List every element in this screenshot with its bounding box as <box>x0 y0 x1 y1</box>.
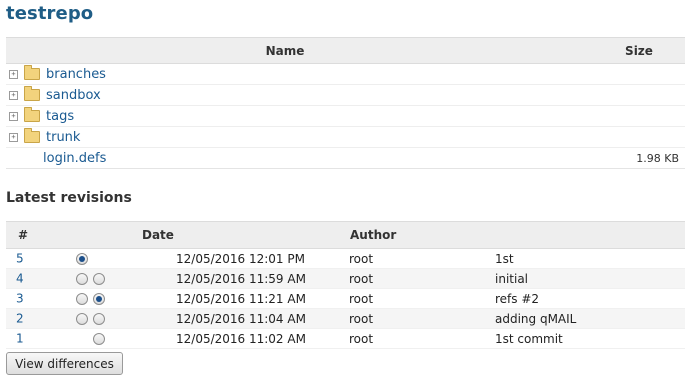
files-table: Name Size + branches + sandbox + tags + trun… <box>6 37 685 169</box>
revision-author: root <box>349 308 495 329</box>
revision-row: 4 12/05/2016 11:59 AM root initial <box>6 268 685 289</box>
folder-icon <box>24 65 40 80</box>
expand-icon[interactable]: + <box>9 111 18 121</box>
file-row: + trunk <box>6 126 685 148</box>
file-link-tags[interactable]: tags <box>46 109 74 124</box>
revision-date: 12/05/2016 12:01 PM <box>134 248 349 269</box>
revision-row: 3 12/05/2016 11:21 AM root refs #2 <box>6 288 685 309</box>
revision-date: 12/05/2016 11:59 AM <box>134 268 349 289</box>
files-header-row: Name Size <box>6 37 685 64</box>
compare-new-radio[interactable] <box>93 293 105 305</box>
name-column-header[interactable]: Name <box>6 37 564 64</box>
revision-message: initial <box>495 268 685 289</box>
revision-date: 12/05/2016 11:02 AM <box>134 328 349 349</box>
file-row: + tags <box>6 105 685 127</box>
date-column-header: Date <box>134 221 349 249</box>
compare-old-radio[interactable] <box>76 273 88 285</box>
folder-icon <box>24 128 40 143</box>
revision-author: root <box>349 288 495 309</box>
revision-author: root <box>349 328 495 349</box>
compare-old-radio[interactable] <box>76 253 88 265</box>
revision-message: 1st <box>495 248 685 269</box>
expand-icon[interactable]: + <box>9 69 18 79</box>
file-link-branches[interactable]: branches <box>46 67 106 82</box>
latest-revisions-heading: Latest revisions <box>6 190 132 206</box>
view-differences-button[interactable]: View differences <box>6 352 123 375</box>
file-link-login-defs[interactable]: login.defs <box>43 151 106 166</box>
revision-link[interactable]: 3 <box>16 292 24 306</box>
file-size <box>564 63 685 85</box>
revision-date: 12/05/2016 11:04 AM <box>134 308 349 329</box>
size-column-header[interactable]: Size <box>564 37 685 64</box>
author-column-header: Author <box>349 221 495 249</box>
revisions-table: # Date Author 5 12/05/2016 12:01 PM root… <box>6 221 685 349</box>
revision-row: 2 12/05/2016 11:04 AM root adding qMAIL <box>6 308 685 329</box>
revision-author: root <box>349 248 495 269</box>
folder-icon <box>24 107 40 122</box>
revision-message: 1st commit <box>495 328 685 349</box>
revision-link[interactable]: 4 <box>16 272 24 286</box>
compare-old-radio[interactable] <box>76 313 88 325</box>
file-size <box>564 126 685 148</box>
compare-old-radio[interactable] <box>76 293 88 305</box>
revision-row: 1 12/05/2016 11:02 AM root 1st commit <box>6 328 685 349</box>
file-row: login.defs 1.98 KB <box>6 147 685 169</box>
message-column-header <box>495 221 685 249</box>
revisions-header-row: # Date Author <box>6 221 685 249</box>
revision-link[interactable]: 2 <box>16 312 24 326</box>
compare-new-radio[interactable] <box>93 273 105 285</box>
revision-message: refs #2 <box>495 288 685 309</box>
expand-icon[interactable]: + <box>9 90 18 100</box>
file-row: + branches <box>6 63 685 85</box>
file-link-trunk[interactable]: trunk <box>46 130 80 145</box>
file-size <box>564 105 685 127</box>
folder-icon <box>24 86 40 101</box>
compare-new-radio[interactable] <box>93 333 105 345</box>
revision-message: adding qMAIL <box>495 308 685 329</box>
revision-row: 5 12/05/2016 12:01 PM root 1st <box>6 248 685 269</box>
expand-icon[interactable]: + <box>9 132 18 142</box>
file-link-sandbox[interactable]: sandbox <box>46 88 101 103</box>
revision-author: root <box>349 268 495 289</box>
file-size <box>564 84 685 106</box>
file-size: 1.98 KB <box>564 147 685 169</box>
revision-link[interactable]: 1 <box>16 332 24 346</box>
revision-date: 12/05/2016 11:21 AM <box>134 288 349 309</box>
page-title: testrepo <box>6 3 94 24</box>
revision-link[interactable]: 5 <box>16 252 24 266</box>
file-row: + sandbox <box>6 84 685 106</box>
compare-header <box>47 221 134 249</box>
compare-new-radio[interactable] <box>93 313 105 325</box>
revision-number-header: # <box>6 221 47 249</box>
